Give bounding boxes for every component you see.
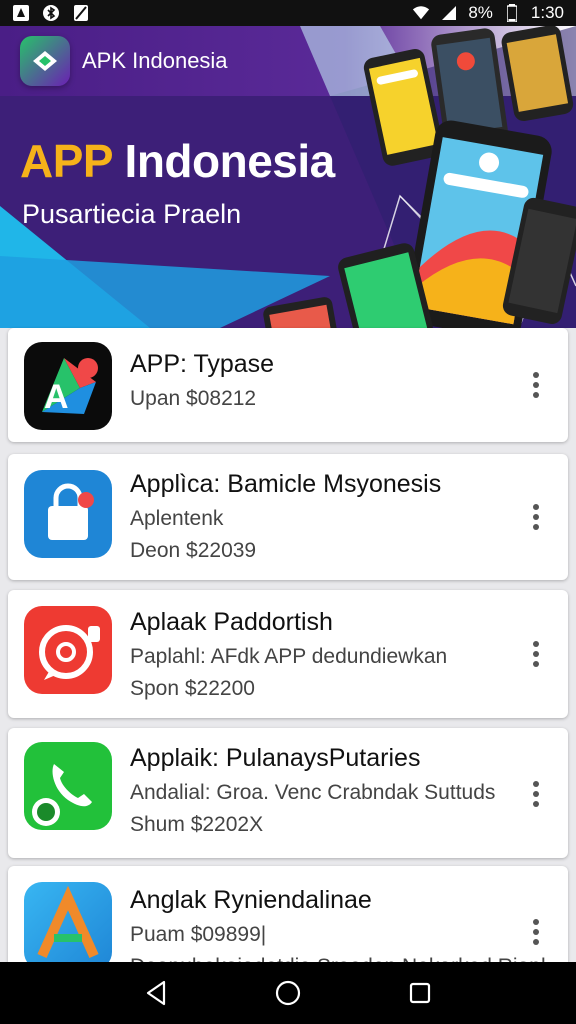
- recents-icon[interactable]: [400, 973, 440, 1013]
- phone-call-icon: [24, 742, 112, 830]
- hero-title: APP Indonesia: [20, 134, 335, 188]
- hero-app-name: APK Indonesia: [82, 48, 228, 73]
- clock: 1:30: [530, 3, 564, 22]
- app-card-text: Applaik: PulanaysPutaries Andalial: Groa…: [130, 744, 508, 837]
- app-card-text: Applìca: Bamicle Msyonesis Aplentenk Deo…: [130, 470, 508, 563]
- hero-subtitle: Pusartiecia Praeln: [22, 199, 242, 229]
- hero-title-accent: APP: [20, 135, 113, 187]
- hero-banner: APK Indonesia APP Indonesia Pusartiecia …: [0, 26, 576, 328]
- more-options-icon[interactable]: [518, 367, 554, 403]
- app-title: Anglak Ryniendalinae: [130, 886, 372, 914]
- app-title: Aplaak Paddortish: [130, 608, 333, 636]
- wifi-icon: [412, 4, 430, 22]
- svg-text:A: A: [44, 378, 69, 416]
- app-title: APP: Typase: [130, 350, 275, 378]
- more-options-icon[interactable]: [518, 636, 554, 672]
- more-options-icon[interactable]: [518, 914, 554, 950]
- app-card[interactable]: A APP: Typase Upan $08212: [8, 328, 568, 442]
- app-detail: Upan $08212: [130, 387, 257, 410]
- play-store-icon: A: [24, 342, 112, 430]
- app-category: Aplentenk: [130, 507, 224, 530]
- app-description: Andalial: Groa. Venc Crabndak Suttuds: [130, 781, 496, 804]
- app-card[interactable]: Applìca: Bamicle Msyonesis Aplentenk Deo…: [8, 454, 568, 580]
- app-card[interactable]: Applaik: PulanaysPutaries Andalial: Groa…: [8, 728, 568, 858]
- shopping-bag-icon: [24, 470, 112, 558]
- hero-title-rest: Indonesia: [112, 135, 336, 187]
- app-description: Paplahl: AFdk APP dedundiewkan: [130, 645, 448, 668]
- more-options-icon[interactable]: [518, 776, 554, 812]
- back-icon[interactable]: [136, 973, 176, 1013]
- app-detail: Shum $2202X: [130, 813, 264, 836]
- app-detail: Puam $09899|: [130, 923, 267, 946]
- no-sim-icon: [72, 4, 90, 22]
- app-detail: Deon $22039: [130, 539, 257, 562]
- status-left-icons: [12, 4, 90, 22]
- app-title: Applìca: Bamicle Msyonesis: [130, 470, 442, 498]
- android-notification-icon: [12, 4, 30, 22]
- apk-indonesia-logo: [20, 36, 70, 86]
- app-detail: Spon $22200: [130, 677, 255, 700]
- more-options-icon[interactable]: [518, 499, 554, 535]
- status-right-icons: 8% 1:30: [412, 3, 564, 23]
- chat-bubble-icon: [24, 606, 112, 694]
- app-card[interactable]: Aplaak Paddortish Paplahl: AFdk APP dedu…: [8, 590, 568, 718]
- letter-a-icon: [24, 882, 112, 970]
- battery-percent: 8%: [468, 3, 493, 22]
- app-card-text: Aplaak Paddortish Paplahl: AFdk APP dedu…: [130, 608, 508, 701]
- bluetooth-icon: [42, 4, 60, 22]
- home-icon[interactable]: [268, 973, 308, 1013]
- app-title: Applaik: PulanaysPutaries: [130, 744, 421, 772]
- app-card-text: APP: Typase Upan $08212: [130, 350, 508, 411]
- hero-app-header: APK Indonesia: [20, 36, 228, 86]
- navigation-bar: [0, 962, 576, 1024]
- battery-icon: [503, 4, 521, 22]
- status-bar: 8% 1:30: [0, 0, 576, 26]
- signal-icon: [440, 4, 458, 22]
